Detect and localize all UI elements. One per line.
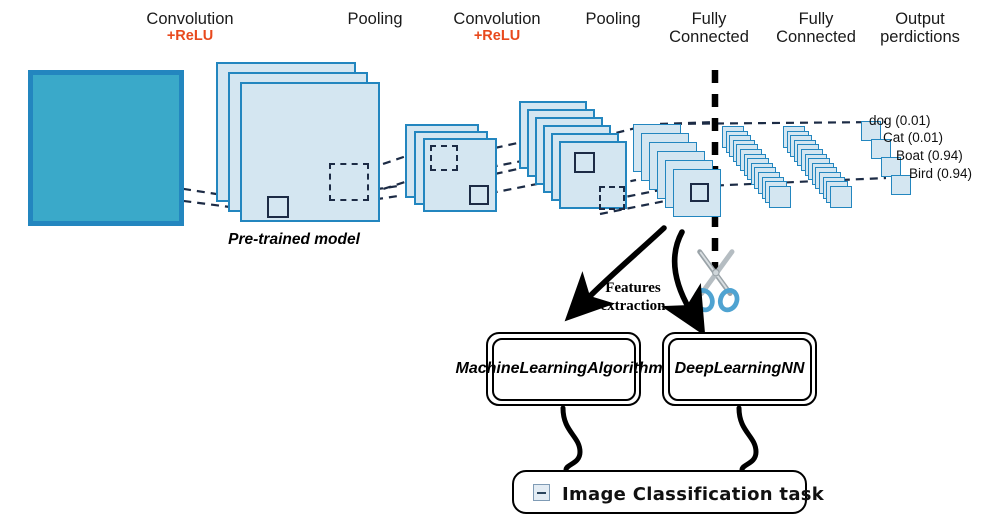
box-text-line: Algorithms [587,360,672,377]
box-text-line: Learning [713,360,782,377]
stage-label-line1: Convolution [453,10,541,28]
receptive-field-marker [469,185,489,205]
output-prediction-square-bird [891,175,911,195]
fully-connected-unit [768,185,791,208]
features-extraction-label: Features extraction [578,280,688,315]
input-image-thumbnail [28,70,184,226]
machine-learning-algorithms-label: Machine Learning Algorithms [455,337,672,401]
receptive-field-dashed-region [430,145,458,171]
stage-label-convolution-1: Convolution +ReLU [125,10,255,45]
receptive-field-dashed-region [329,163,369,201]
receptive-field-dashed-region [599,186,625,210]
stage-label-line2: Connected [776,28,856,47]
stage-label-relu: +ReLU [473,28,521,45]
stage-label-relu: +ReLU [166,28,214,45]
stage-label-pooling-1: Pooling [318,10,432,28]
scissors-icon [693,249,740,313]
image-classification-task-box[interactable]: Image Classification task [512,470,825,514]
receptive-field-marker [267,196,289,218]
deep-learning-nn-box[interactable]: Deep Learning NN [662,332,817,406]
stage-label-output-predictions: Output perdictions [860,10,980,47]
machine-learning-algorithms-box[interactable]: Machine Learning Algorithms [455,332,672,406]
receptive-field-marker [574,152,595,173]
stage-label-line1: Output [895,10,945,28]
stage-label-line1: Fully [798,10,834,28]
stage-label-fully-connected-2: Fully Connected [760,10,872,47]
receptive-field-marker [690,183,709,202]
feature-map-plane [240,82,380,222]
pretrained-model-label: Pre-trained model [228,231,360,248]
box-text-line: Deep [674,360,714,377]
branch-to-task-connectors [560,405,759,473]
minus-collapse-icon[interactable] [533,484,550,501]
features-extraction-line1: Features [605,280,661,296]
diagram-canvas: Convolution +ReLU Pooling Convolution +R… [0,0,1000,525]
box-text-line: Learning [519,360,588,377]
stage-label-line1: Fully [691,10,727,28]
stage-label-line1: Convolution [146,10,234,28]
features-extraction-line2: extraction [600,297,666,314]
deep-learning-nn-label: Deep Learning NN [667,337,812,401]
stage-label-line1: Pooling [347,10,403,28]
image-classification-task-label: Image Classification task [562,483,825,505]
box-text-line: NN [781,360,805,377]
box-text-line: Machine [455,360,520,377]
prediction-label-boat: Boat (0.94) [896,148,963,163]
fully-connected-unit [829,185,852,208]
stage-label-convolution-2: Convolution +ReLU [432,10,562,45]
stage-label-line2: perdictions [880,28,960,47]
prediction-label-cat: Cat (0.01) [883,130,944,145]
stage-label-fully-connected-1: Fully Connected [653,10,765,47]
prediction-label-bird: Bird (0.94) [909,166,973,181]
stage-label-line2: Connected [669,28,749,47]
prediction-label-dog: dog (0.01) [869,113,931,128]
